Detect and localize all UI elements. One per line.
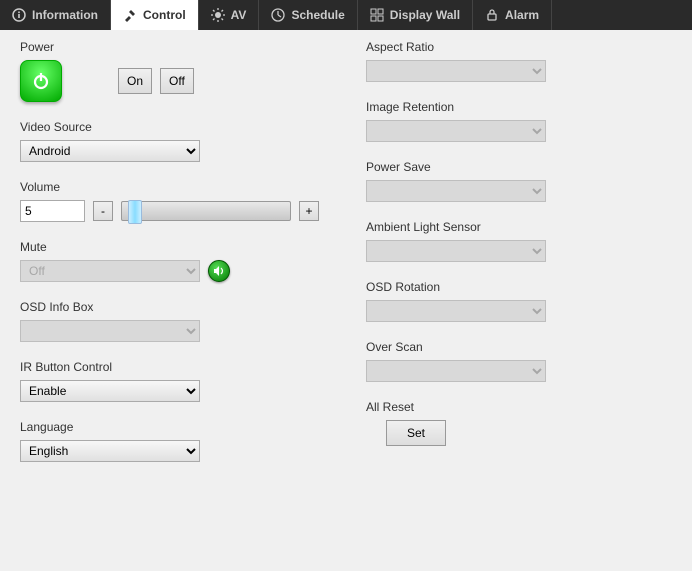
ambient-light-group: Ambient Light Sensor (366, 220, 672, 262)
brightness-icon (211, 8, 225, 22)
ir-button-group: IR Button Control Enable (20, 360, 326, 402)
over-scan-label: Over Scan (366, 340, 672, 354)
osd-rotation-select (366, 300, 546, 322)
aspect-ratio-group: Aspect Ratio (366, 40, 672, 82)
tab-control[interactable]: Control (111, 0, 199, 30)
clock-icon (271, 8, 285, 22)
volume-input[interactable] (20, 200, 85, 222)
aspect-ratio-select (366, 60, 546, 82)
info-icon (12, 8, 26, 22)
all-reset-label: All Reset (366, 400, 672, 414)
power-toggle-button[interactable] (20, 60, 62, 102)
all-reset-group: All Reset Set (366, 400, 672, 446)
aspect-ratio-label: Aspect Ratio (366, 40, 672, 54)
ambient-light-label: Ambient Light Sensor (366, 220, 672, 234)
language-group: Language English (20, 420, 326, 462)
power-save-group: Power Save (366, 160, 672, 202)
mute-label: Mute (20, 240, 326, 254)
osd-info-label: OSD Info Box (20, 300, 326, 314)
volume-slider-thumb[interactable] (128, 200, 142, 224)
tab-display-wall[interactable]: Display Wall (358, 0, 473, 30)
volume-group: Volume - + (20, 180, 326, 222)
volume-slider[interactable] (121, 201, 291, 221)
mute-select: Off (20, 260, 200, 282)
power-group: Power On Off (20, 40, 326, 102)
image-retention-select (366, 120, 546, 142)
mute-group: Mute Off (20, 240, 326, 282)
osd-info-group: OSD Info Box (20, 300, 326, 342)
video-source-group: Video Source Android (20, 120, 326, 162)
lock-icon (485, 8, 499, 22)
ir-button-select[interactable]: Enable (20, 380, 200, 402)
power-label: Power (20, 40, 326, 54)
volume-increase-button[interactable]: + (299, 201, 319, 221)
over-scan-select (366, 360, 546, 382)
osd-rotation-group: OSD Rotation (366, 280, 672, 322)
volume-decrease-button[interactable]: - (93, 201, 113, 221)
all-reset-set-button[interactable]: Set (386, 420, 446, 446)
tab-label: Display Wall (390, 8, 460, 22)
tab-information[interactable]: Information (0, 0, 111, 30)
tab-label: Schedule (291, 8, 344, 22)
tab-label: Information (32, 8, 98, 22)
video-source-select[interactable]: Android (20, 140, 200, 162)
tab-label: AV (231, 8, 247, 22)
image-retention-group: Image Retention (366, 100, 672, 142)
osd-rotation-label: OSD Rotation (366, 280, 672, 294)
tab-label: Alarm (505, 8, 539, 22)
ambient-light-select (366, 240, 546, 262)
tab-alarm[interactable]: Alarm (473, 0, 552, 30)
tab-schedule[interactable]: Schedule (259, 0, 357, 30)
power-save-label: Power Save (366, 160, 672, 174)
language-select[interactable]: English (20, 440, 200, 462)
power-save-select (366, 180, 546, 202)
video-source-label: Video Source (20, 120, 326, 134)
speaker-icon[interactable] (208, 260, 230, 282)
grid-icon (370, 8, 384, 22)
volume-label: Volume (20, 180, 326, 194)
tab-label: Control (143, 8, 186, 22)
power-off-button[interactable]: Off (160, 68, 194, 94)
power-on-button[interactable]: On (118, 68, 152, 94)
image-retention-label: Image Retention (366, 100, 672, 114)
osd-info-select (20, 320, 200, 342)
over-scan-group: Over Scan (366, 340, 672, 382)
tab-av[interactable]: AV (199, 0, 260, 30)
ir-button-label: IR Button Control (20, 360, 326, 374)
tools-icon (123, 8, 137, 22)
language-label: Language (20, 420, 326, 434)
